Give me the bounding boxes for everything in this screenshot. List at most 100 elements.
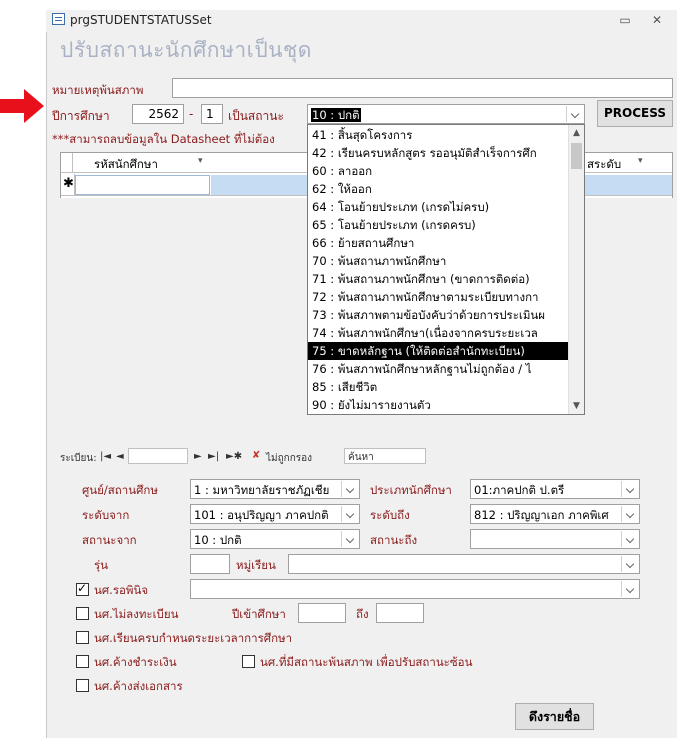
type-label: ประเภทนักศึกษา bbox=[370, 483, 452, 497]
year-input[interactable]: 2562 bbox=[132, 104, 184, 124]
center-value: 1 : มหาวิทยาลัยราชภัฏเชีย bbox=[194, 483, 330, 497]
chevron-down-icon[interactable] bbox=[341, 481, 358, 497]
chevron-down-icon[interactable] bbox=[341, 506, 358, 522]
completed-label: นศ.เรียนครบกำหนดระยะเวลาการศึกษา bbox=[94, 631, 293, 645]
status-option[interactable]: 65 : โอนย้ายประเภท (เกรดครบ) bbox=[308, 216, 570, 234]
term-input[interactable]: 1 bbox=[201, 104, 223, 124]
process-button[interactable]: PROCESS bbox=[597, 100, 673, 127]
status-option[interactable]: 74 : พ้นสภาพนักศึกษา(เนื่องจากครบระยะเวล bbox=[308, 324, 570, 342]
group-label: หมู่เรียน bbox=[236, 558, 276, 572]
entry-year-from-input[interactable] bbox=[298, 603, 346, 623]
column-header-student-id[interactable]: รหัสนักศึกษา bbox=[94, 156, 158, 174]
documents-checkbox[interactable] bbox=[76, 679, 89, 692]
datasheet-note: ***สามารถลบข้อมูลใน Datasheet ที่ไม่ต้อง bbox=[52, 132, 275, 146]
new-record-marker: ✱ bbox=[63, 176, 74, 191]
record-number-input[interactable] bbox=[128, 448, 188, 464]
level-to-label: ระดับถึง bbox=[370, 508, 410, 522]
to-label: ถึง bbox=[356, 607, 369, 621]
search-box[interactable]: ค้นหา bbox=[344, 448, 426, 464]
status-option[interactable]: 66 : ย้ายสถานศึกษา bbox=[308, 234, 570, 252]
center-label: ศูนย์/สถานศึกษ bbox=[82, 483, 158, 497]
level-from-dropdown[interactable]: 101 : อนุปริญญา ภาคปกติ bbox=[190, 504, 360, 524]
chevron-down-icon[interactable] bbox=[621, 531, 638, 547]
completed-checkbox[interactable] bbox=[76, 631, 89, 644]
not-registered-checkbox[interactable] bbox=[76, 607, 89, 620]
status-label: เป็นสถานะ bbox=[228, 109, 284, 123]
scroll-thumb[interactable] bbox=[571, 143, 582, 169]
status-option[interactable]: 76 : พ้นสภาพนักศึกษาหลักฐานไม่ถูกต้อง / … bbox=[308, 360, 570, 378]
status-option[interactable]: 42 : เรียนครบหลักสูตร รออนุมัติสำเร็จการ… bbox=[308, 144, 570, 162]
fetch-names-button[interactable]: ดึงรายชื่อ bbox=[515, 703, 594, 730]
level-from-label: ระดับจาก bbox=[82, 508, 130, 522]
pending-checkbox[interactable] bbox=[76, 581, 89, 596]
status-option[interactable]: 90 : ยังไม่มารายงานตัว bbox=[308, 396, 570, 414]
chevron-down-icon[interactable] bbox=[621, 481, 638, 497]
status-option[interactable]: 64 : โอนย้ายประเภท (เกรดไม่ครบ) bbox=[308, 198, 570, 216]
scroll-down-icon[interactable]: ▼ bbox=[569, 398, 584, 414]
chevron-down-icon[interactable] bbox=[341, 531, 358, 547]
status-option[interactable]: 70 : พ้นสถานภาพนักศึกษา bbox=[308, 252, 570, 270]
chevron-down-icon[interactable] bbox=[566, 106, 583, 122]
status-to-label: สถานะถึง bbox=[370, 533, 418, 547]
entry-year-to-input[interactable] bbox=[376, 603, 424, 623]
chevron-down-icon[interactable] bbox=[621, 581, 638, 597]
status-option[interactable]: 62 : ให้ออก bbox=[308, 180, 570, 198]
status-option[interactable]: 60 : ลาออก bbox=[308, 162, 570, 180]
column-header-level[interactable]: สระดับ bbox=[587, 156, 621, 174]
row-selector-header[interactable] bbox=[61, 153, 73, 173]
selected-cell[interactable] bbox=[211, 175, 307, 195]
year-label: ปีการศึกษา bbox=[52, 109, 110, 123]
level-to-dropdown[interactable]: 812 : ปริญญาเอก ภาคพิเศ bbox=[470, 504, 640, 524]
chevron-down-icon[interactable] bbox=[621, 506, 638, 522]
status-dropdown-list[interactable]: 90 : ยังไม่มารายงานตัว 85 : เสียชีวิต 76 :… bbox=[307, 124, 585, 415]
form-icon bbox=[52, 13, 65, 25]
type-value: 01:ภาคปกติ ป.ตรี bbox=[474, 483, 565, 497]
type-dropdown[interactable]: 01:ภาคปกติ ป.ตรี bbox=[470, 479, 640, 499]
new-record-button[interactable]: ►✱ bbox=[226, 451, 242, 462]
filter-icon[interactable]: ✘ bbox=[252, 450, 260, 461]
filter-status[interactable]: ไม่ถูกกรอง bbox=[266, 451, 312, 466]
pending-dropdown[interactable] bbox=[190, 579, 640, 599]
status-selected-value: 10 : ปกติ bbox=[311, 108, 361, 122]
status-from-label: สถานะจาก bbox=[82, 533, 137, 547]
next-record-button[interactable]: ► bbox=[194, 451, 202, 462]
status-from-value: 10 : ปกติ bbox=[194, 533, 242, 547]
status-dup-checkbox[interactable] bbox=[242, 655, 255, 668]
status-option[interactable]: 71 : พ้นสถานภาพนักศึกษา (ขาดการติดต่อ) bbox=[308, 270, 570, 288]
status-option[interactable]: 73 : พ้นสภาพตามข้อบังคับว่าด้วยการประเมิ… bbox=[308, 306, 570, 324]
status-option[interactable]: 72 : พ้นสถานภาพนักศึกษาตามระเบียบทางกา bbox=[308, 288, 570, 306]
group-dropdown[interactable] bbox=[288, 554, 640, 574]
last-record-button[interactable]: ►| bbox=[208, 451, 219, 462]
owing-label: นศ.ค้างชำระเงิน bbox=[94, 655, 177, 669]
chevron-down-icon[interactable] bbox=[621, 556, 638, 572]
scroll-up-icon[interactable]: ▲ bbox=[569, 125, 584, 141]
status-option[interactable]: 85 : เสียชีวิต bbox=[308, 378, 570, 396]
prev-record-button[interactable]: ◄ bbox=[116, 451, 124, 462]
minimize-icon[interactable]: ▭ bbox=[616, 12, 634, 28]
status-from-dropdown[interactable]: 10 : ปกติ bbox=[190, 529, 360, 549]
level-to-value: 812 : ปริญญาเอก ภาคพิเศ bbox=[474, 508, 609, 522]
status-option[interactable]: 41 : สิ้นสุดโครงการ bbox=[308, 126, 570, 144]
close-icon[interactable]: ✕ bbox=[648, 12, 666, 28]
list-scrollbar[interactable]: ▲ ▼ bbox=[568, 125, 584, 414]
status-option[interactable]: 75 : ขาดหลักฐาน (ให้ติดต่อสำนักทะเบียน) bbox=[308, 342, 570, 360]
not-registered-label: นศ.ไม่ลงทะเบียน bbox=[94, 607, 179, 621]
center-dropdown[interactable]: 1 : มหาวิทยาลัยราชภัฏเชีย bbox=[190, 479, 360, 499]
status-dropdown[interactable]: 10 : ปกติ bbox=[307, 104, 585, 124]
first-record-button[interactable]: |◄ bbox=[100, 451, 111, 462]
record-navigation-bar: ระเบียน: |◄ ◄ ► ►| ►✱ ✘ ไม่ถูกกรอง ค้นหา bbox=[60, 446, 673, 468]
documents-label: นศ.ค้างส่งเอกสาร bbox=[94, 679, 183, 693]
page-title: ปรับสถานะนักศึกษาเป็นชุด bbox=[60, 38, 312, 62]
generation-input[interactable] bbox=[190, 554, 230, 574]
owing-checkbox[interactable] bbox=[76, 655, 89, 668]
student-id-cell[interactable] bbox=[75, 175, 210, 195]
generation-label: รุ่น bbox=[94, 558, 109, 572]
remark-input[interactable] bbox=[172, 78, 673, 98]
status-to-dropdown[interactable] bbox=[470, 529, 640, 549]
level-from-value: 101 : อนุปริญญา ภาคปกติ bbox=[194, 508, 329, 522]
column-sort-icon[interactable]: ▾ bbox=[638, 156, 643, 166]
column-sort-icon[interactable]: ▾ bbox=[198, 156, 203, 166]
record-label: ระเบียน: bbox=[60, 453, 97, 464]
window-title: prgSTUDENTSTATUSSet bbox=[70, 13, 212, 27]
selected-cell[interactable] bbox=[585, 175, 672, 195]
